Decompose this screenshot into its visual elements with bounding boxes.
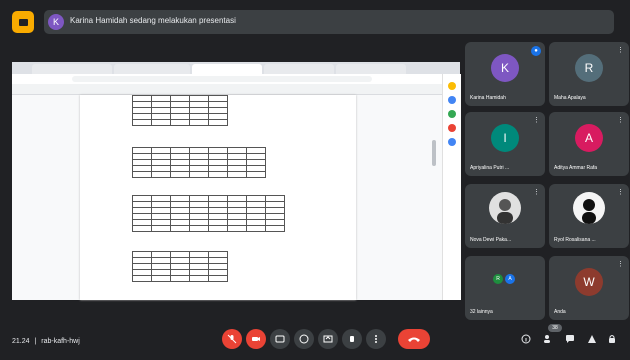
activities-button[interactable] [586, 333, 598, 345]
browser-tab [114, 64, 190, 74]
mic-off-icon [227, 334, 237, 344]
participant-name: Ryol Rosalisana ... [554, 237, 596, 243]
more-options-icon[interactable]: ⋮ [617, 116, 624, 124]
browser-tab [336, 64, 406, 74]
participant-tile[interactable]: R ⋮ Maha Apalaya [549, 42, 629, 106]
participant-tile[interactable]: A ⋮ Aditya Ammar Rafa [549, 112, 629, 176]
leave-call-button[interactable] [398, 329, 430, 349]
host-controls-button[interactable] [606, 333, 618, 345]
meeting-info: 21.24 | rab-kafh-hwj [12, 338, 80, 345]
more-options-button[interactable] [366, 329, 386, 349]
participant-mini-avatar: R [493, 274, 503, 284]
document-scrollbar [432, 140, 436, 166]
participant-count-badge: 38 [548, 324, 562, 332]
browser-address-bar [12, 74, 460, 84]
more-options-icon[interactable]: ⋮ [617, 260, 624, 268]
meeting-details-button[interactable] [520, 333, 532, 345]
document-table [132, 195, 285, 232]
more-options-icon[interactable]: ⋮ [617, 46, 624, 54]
participant-name: Maha Apalaya [554, 95, 586, 101]
camera-off-icon [252, 337, 260, 341]
chat-button[interactable] [564, 333, 576, 345]
others-tile[interactable]: R A 32 lainnya [465, 256, 545, 320]
participant-avatar: W [575, 268, 603, 296]
participant-name: Nova Dewi Paka... [470, 237, 512, 243]
presenting-banner: K Karina Hamidah sedang melakukan presen… [44, 10, 614, 34]
info-icon [521, 334, 531, 344]
participant-photo [573, 192, 605, 224]
present-screen-button[interactable] [318, 329, 338, 349]
browser-tab-active [192, 64, 262, 74]
participant-name: Aditya Ammar Rafa [554, 165, 598, 171]
participant-tile[interactable]: K ● Karina Hamidah [465, 42, 545, 106]
others-count-label: 32 lainnya [470, 309, 493, 315]
shapes-icon [588, 335, 596, 343]
hand-icon [350, 336, 354, 342]
document-page [80, 95, 356, 300]
document-table [132, 147, 266, 178]
speaking-indicator-icon: ● [531, 46, 541, 56]
person-photo-icon [497, 199, 513, 224]
participant-avatar: A [575, 124, 603, 152]
browser-tab [264, 64, 334, 74]
meet-logo-icon [12, 11, 34, 33]
people-button[interactable] [542, 333, 554, 345]
participant-tile[interactable]: ⋮ Ryol Rosalisana ... [549, 184, 629, 248]
present-icon [323, 335, 333, 343]
separator: | [34, 338, 37, 345]
side-panel-icon [448, 82, 456, 90]
captions-icon [275, 335, 285, 343]
presenter-avatar: K [48, 14, 64, 30]
phone-hangup-icon [408, 337, 420, 342]
document-area [12, 95, 442, 300]
more-options-icon[interactable]: ⋮ [533, 188, 540, 196]
meeting-code: rab-kafh-hwj [41, 338, 80, 345]
clock-time: 21.24 [12, 338, 30, 345]
participant-avatar: I [491, 124, 519, 152]
document-table [132, 95, 228, 126]
browser-tab [32, 64, 112, 74]
participant-name: Karina Hamidah [470, 95, 506, 101]
browser-side-panel [442, 74, 461, 300]
lock-person-icon [609, 335, 615, 343]
participant-name: Anda [554, 309, 566, 315]
shared-screen [12, 62, 461, 300]
side-panel-icon [448, 110, 456, 118]
presenting-text: Karina Hamidah sedang melakukan presenta… [70, 16, 236, 25]
participant-photo [489, 192, 521, 224]
participant-tile[interactable]: I ⋮ Apriyalina Putri ... [465, 112, 545, 176]
emoji-reaction-button[interactable] [294, 329, 314, 349]
participant-avatar: R [575, 54, 603, 82]
self-tile[interactable]: W ⋮ Anda [549, 256, 629, 320]
more-vert-icon [375, 335, 377, 343]
participant-avatar: K [491, 54, 519, 82]
emoji-icon [299, 334, 309, 344]
side-panel-icon [448, 138, 456, 146]
participant-tile[interactable]: ⋮ Nova Dewi Paka... [465, 184, 545, 248]
more-options-icon[interactable]: ⋮ [617, 188, 624, 196]
person-photo-icon [582, 199, 596, 224]
side-panel-icon [448, 96, 456, 104]
camera-off-button[interactable] [246, 329, 266, 349]
people-icon [544, 335, 550, 343]
browser-tabstrip [12, 62, 460, 74]
document-toolbar [12, 84, 442, 95]
participant-mini-avatar: A [505, 274, 515, 284]
participant-name: Apriyalina Putri ... [470, 165, 510, 171]
document-table [132, 251, 228, 282]
captions-button[interactable] [270, 329, 290, 349]
side-panel-icon [448, 124, 456, 132]
more-options-icon[interactable]: ⋮ [533, 116, 540, 124]
url-field [72, 76, 372, 82]
microphone-off-button[interactable] [222, 329, 242, 349]
raise-hand-button[interactable] [342, 329, 362, 349]
chat-icon [566, 335, 574, 343]
